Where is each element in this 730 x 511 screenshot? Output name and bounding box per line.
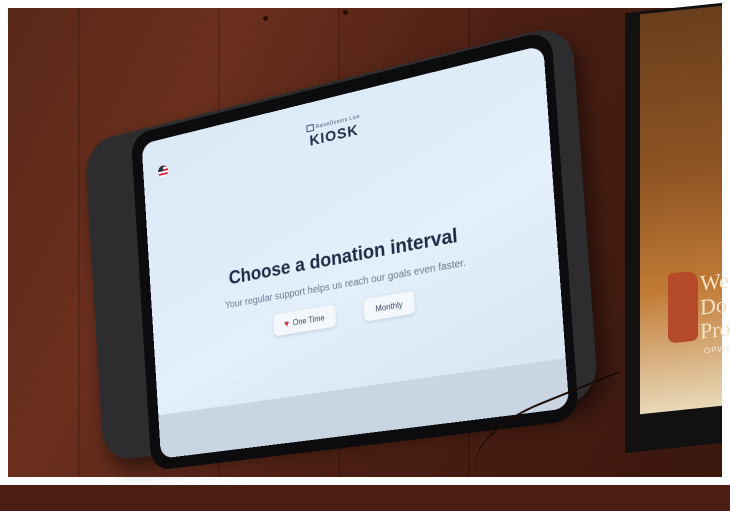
wood-grain [78, 8, 80, 477]
wall-screw [263, 16, 268, 21]
wall-screw [343, 10, 348, 15]
language-flag-icon[interactable] [157, 164, 169, 178]
poster-text: We Do Pro [700, 268, 730, 344]
monthly-button[interactable]: Monthly [363, 290, 416, 322]
monthly-label: Monthly [375, 299, 403, 314]
one-time-label: One Time [292, 312, 325, 327]
brand-logo: RaiseDonors Live KIOSK [306, 113, 361, 151]
one-time-button[interactable]: ♥ One Time [272, 304, 337, 337]
poster-line: Pro [700, 315, 730, 344]
heart-icon: ♥ [283, 317, 290, 329]
poster-map-graphic [668, 270, 698, 344]
